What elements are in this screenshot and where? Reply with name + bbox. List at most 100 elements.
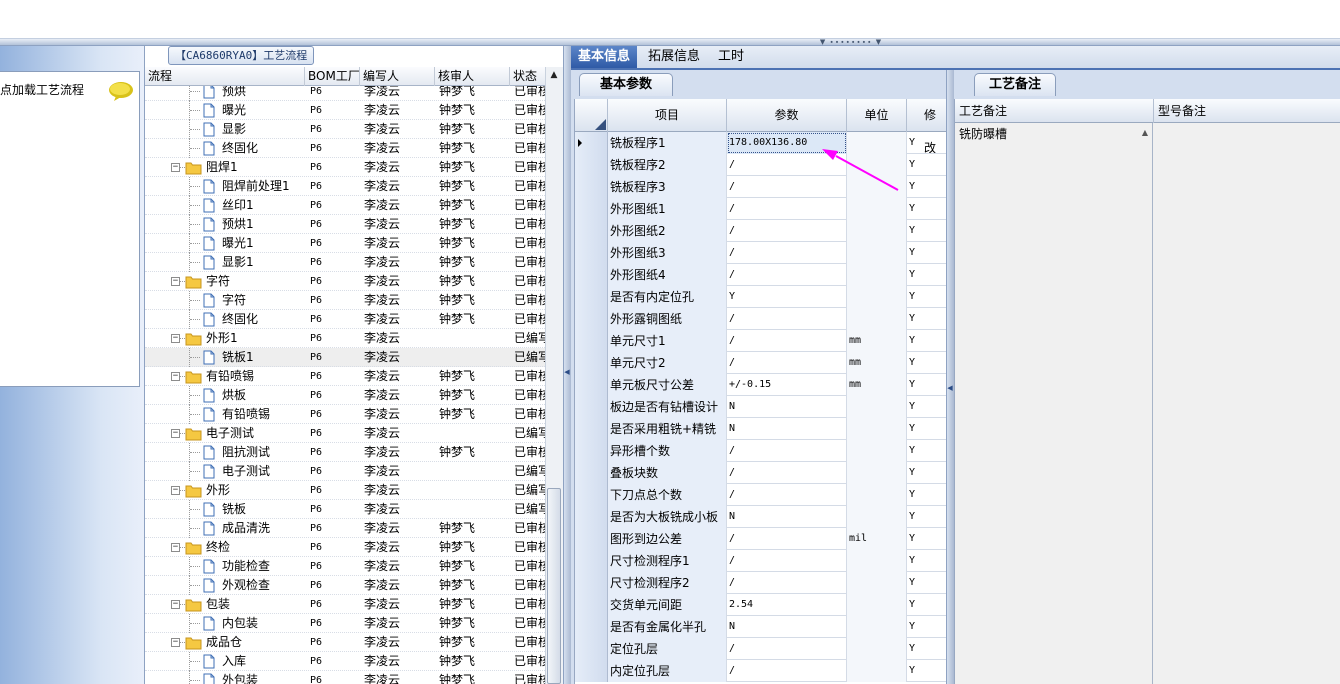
param-value-cell[interactable]: / [727, 242, 847, 264]
param-row[interactable]: 叠板块数 / Y [575, 462, 946, 484]
param-row[interactable]: 外形露铜图纸 / Y [575, 308, 946, 330]
col-header-status[interactable]: 状态 [510, 67, 545, 86]
param-row[interactable]: 内定位孔层 / Y [575, 660, 946, 682]
param-row[interactable]: 单元尺寸1/mm Y [575, 330, 946, 352]
param-value-cell[interactable]: 2.54 [727, 594, 847, 616]
tree-row[interactable]: − 外形1 P6 李凌云 已编写 [145, 329, 545, 348]
param-unit-cell[interactable] [847, 396, 907, 418]
grid-splitter[interactable]: ◀ [946, 70, 954, 684]
tree-row[interactable]: 铣板 P6 李凌云 已编写 [145, 500, 545, 519]
param-row[interactable]: 异形槽个数 / Y [575, 440, 946, 462]
param-row[interactable]: 单元板尺寸公差 +/-0.15 mm Y [575, 374, 946, 396]
param-row[interactable]: 图形到边公差 / mil Y [575, 528, 946, 550]
param-unit-cell[interactable] [847, 440, 907, 462]
collapse-toggle-icon[interactable]: − [171, 486, 180, 495]
row-selector[interactable] [575, 242, 608, 264]
row-selector[interactable] [575, 286, 608, 308]
col-header-model-note[interactable]: 型号备注 [1154, 99, 1340, 123]
param-value-cell[interactable]: +/-0.15 [727, 374, 847, 396]
param-row[interactable]: 铣板程序1 178.00X136.80 Y [575, 132, 946, 154]
col-header-reviewer[interactable]: 核审人 [435, 67, 510, 86]
row-selector[interactable] [575, 440, 608, 462]
param-value-cell[interactable]: / [727, 550, 847, 572]
param-unit-cell[interactable] [847, 638, 907, 660]
row-selector[interactable] [575, 418, 608, 440]
param-row[interactable]: 是否为大板铣成小板 N Y [575, 506, 946, 528]
param-unit-cell[interactable] [847, 132, 907, 154]
tree-row[interactable]: 丝印1 P6 李凌云 钟梦飞 已审核 [145, 196, 545, 215]
param-value-cell[interactable]: / [727, 154, 847, 176]
collapse-toggle-icon[interactable]: − [171, 429, 180, 438]
tree-row[interactable]: 电子测试 P6 李凌云 已编写 [145, 462, 545, 481]
col-header-process-note[interactable]: 工艺备注 [955, 99, 1154, 123]
tree-row[interactable]: − 阻焊1 P6 李凌云 钟梦飞 已审核 [145, 158, 545, 177]
param-value-cell[interactable]: N [727, 418, 847, 440]
col-header-param[interactable]: 参数 [727, 99, 847, 132]
param-value-cell[interactable]: / [727, 572, 847, 594]
row-selector[interactable] [575, 132, 608, 154]
collapse-toggle-icon[interactable]: − [171, 600, 180, 609]
param-row[interactable]: 定位孔层 / Y [575, 638, 946, 660]
param-value-cell[interactable]: / [727, 220, 847, 242]
tree-row[interactable]: − 有铅喷锡 P6 李凌云 钟梦飞 已审核 [145, 367, 545, 386]
row-selector[interactable] [575, 352, 608, 374]
tree-row[interactable]: 铣板1 P6 李凌云 已编写 [145, 348, 545, 367]
row-selector[interactable] [575, 176, 608, 198]
param-value-cell[interactable]: / [727, 176, 847, 198]
param-unit-cell[interactable] [847, 572, 907, 594]
param-row[interactable]: 外形图纸4/ Y [575, 264, 946, 286]
param-value-cell[interactable]: / [727, 462, 847, 484]
param-unit-cell[interactable] [847, 264, 907, 286]
param-row[interactable]: 外形图纸1/ Y [575, 198, 946, 220]
tree-row[interactable]: 功能检查 P6 李凌云 钟梦飞 已审核 [145, 557, 545, 576]
param-unit-cell[interactable] [847, 198, 907, 220]
scroll-up-icon[interactable]: ▲ [1139, 127, 1151, 139]
row-selector[interactable] [575, 396, 608, 418]
tree-row[interactable]: − 成品仓 P6 李凌云 钟梦飞 已审核 [145, 633, 545, 652]
param-unit-cell[interactable]: mm [847, 374, 907, 396]
row-selector[interactable] [575, 154, 608, 176]
param-value-cell[interactable]: / [727, 528, 847, 550]
tree-row[interactable]: − 字符 P6 李凌云 钟梦飞 已审核 [145, 272, 545, 291]
splitter-arrow-icon[interactable]: ◀ [564, 368, 570, 376]
param-value-cell[interactable]: / [727, 440, 847, 462]
tree-row[interactable]: 字符 P6 李凌云 钟梦飞 已审核 [145, 291, 545, 310]
param-row[interactable]: 下刀点总个数 / Y [575, 484, 946, 506]
scroll-up-icon[interactable]: ▲ [548, 70, 560, 80]
tree-scrollbar-thumb[interactable] [547, 488, 561, 684]
splitter-arrow-icon[interactable]: ◀ [947, 384, 953, 392]
process-note-field[interactable]: 铣防曝槽 [955, 123, 1153, 684]
param-unit-cell[interactable] [847, 550, 907, 572]
param-value-cell[interactable]: N [727, 396, 847, 418]
tree-row[interactable]: 阻抗测试 P6 李凌云 钟梦飞 已审核 [145, 443, 545, 462]
param-unit-cell[interactable]: mil [847, 528, 907, 550]
collapse-toggle-icon[interactable]: − [171, 543, 180, 552]
col-header-bom-factory[interactable]: BOM工厂 [305, 67, 360, 86]
param-unit-cell[interactable] [847, 462, 907, 484]
param-row[interactable]: 是否采用粗铣+精铣 N Y [575, 418, 946, 440]
tree-row[interactable]: 显影 P6 李凌云 钟梦飞 已审核 [145, 120, 545, 139]
collapse-toggle-icon[interactable]: − [171, 372, 180, 381]
param-row[interactable]: 是否有金属化半孔 N Y [575, 616, 946, 638]
horizontal-splitter[interactable] [0, 38, 1340, 46]
row-selector[interactable] [575, 462, 608, 484]
param-value-cell[interactable]: / [727, 484, 847, 506]
row-selector[interactable] [575, 638, 608, 660]
tree-row[interactable]: 终固化 P6 李凌云 钟梦飞 已审核 [145, 310, 545, 329]
param-unit-cell[interactable]: mm [847, 330, 907, 352]
param-value-cell[interactable]: / [727, 660, 847, 682]
collapse-toggle-icon[interactable]: − [171, 163, 180, 172]
row-selector[interactable] [575, 572, 608, 594]
tree-row[interactable]: 有铅喷锡 P6 李凌云 钟梦飞 已审核 [145, 405, 545, 424]
row-selector[interactable] [575, 308, 608, 330]
row-selector[interactable] [575, 220, 608, 242]
row-selector[interactable] [575, 550, 608, 572]
tree-row[interactable]: 外观检查 P6 李凌云 钟梦飞 已审核 [145, 576, 545, 595]
tree-row[interactable]: 阻焊前处理1 P6 李凌云 钟梦飞 已审核 [145, 177, 545, 196]
tree-row[interactable]: − 终检 P6 李凌云 钟梦飞 已审核 [145, 538, 545, 557]
collapse-toggle-icon[interactable]: − [171, 334, 180, 343]
tree-row[interactable]: 入库 P6 李凌云 钟梦飞 已审核 [145, 652, 545, 671]
param-value-cell[interactable]: N [727, 506, 847, 528]
col-header-process[interactable]: 流程 [145, 67, 305, 86]
row-selector[interactable] [575, 506, 608, 528]
